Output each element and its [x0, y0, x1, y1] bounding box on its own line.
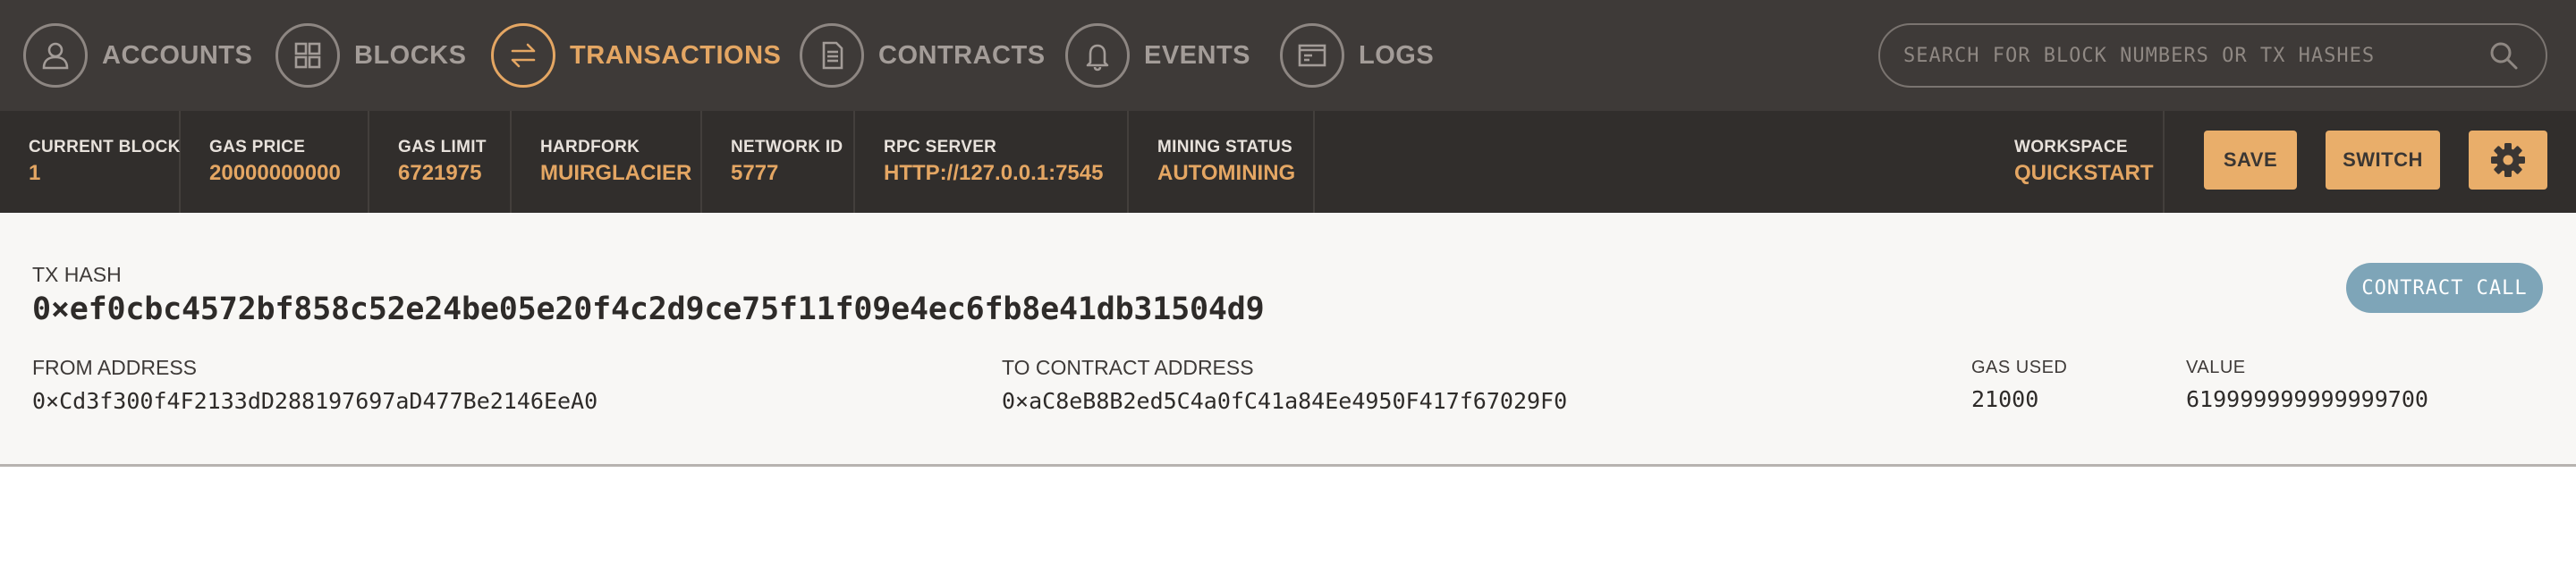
nav-logs-label: LOGS	[1359, 40, 1435, 70]
to-contract-address-label: TO CONTRACT ADDRESS	[1002, 356, 1254, 379]
switch-button[interactable]: SWITCH	[2326, 131, 2440, 190]
nav-blocks-label: BLOCKS	[354, 40, 467, 70]
gas-price-label: GAS PRICE	[209, 138, 306, 156]
tx-hash-label: TX HASH	[32, 263, 122, 286]
transaction-type-badge: CONTRACT CALL	[2346, 263, 2543, 313]
value-value: 619999999999999700	[2186, 386, 2428, 412]
mining-status-label: MINING STATUS	[1157, 138, 1292, 156]
gas-used-value: 21000	[1971, 386, 2039, 412]
stat-rpc-server: RPC SERVER HTTP://127.0.0.1:7545	[855, 111, 1129, 213]
transaction-detail: TX HASH 0×ef0cbc4572bf858c52e24be05e20f4…	[0, 213, 2576, 467]
tx-hash-value: 0×ef0cbc4572bf858c52e24be05e20f4c2d9ce75…	[32, 291, 1265, 327]
to-contract-address-value: 0×aC8eB8B2ed5C4a0fC41a84Ee4950F417f67029…	[1002, 388, 1568, 414]
gear-icon	[2488, 140, 2528, 180]
status-bar: CURRENT BLOCK 1 GAS PRICE 20000000000 GA…	[0, 111, 2576, 213]
save-button[interactable]: SAVE	[2204, 131, 2297, 190]
nav-blocks[interactable]: BLOCKS	[275, 23, 466, 88]
stat-gas-price: GAS PRICE 20000000000	[181, 111, 369, 213]
nav-logs[interactable]: LOGS	[1280, 23, 1434, 88]
gas-price-value: 20000000000	[209, 161, 341, 185]
bell-icon	[1065, 23, 1130, 88]
workspace-label: WORKSPACE	[2014, 138, 2128, 156]
mining-status-value: AUTOMINING	[1157, 161, 1296, 185]
stat-network-id: NETWORK ID 5777	[702, 111, 855, 213]
search-icon[interactable]	[2487, 38, 2521, 72]
arrows-swap-icon	[491, 23, 555, 88]
gas-limit-label: GAS LIMIT	[398, 138, 487, 156]
workspace-value: QUICKSTART	[2014, 161, 2154, 185]
nav-transactions[interactable]: TRANSACTIONS	[491, 23, 781, 88]
network-id-value: 5777	[731, 161, 779, 185]
stat-gas-limit: GAS LIMIT 6721975	[369, 111, 512, 213]
current-block-label: CURRENT BLOCK	[29, 138, 181, 156]
person-icon	[23, 23, 88, 88]
nav-accounts-label: ACCOUNTS	[102, 40, 253, 70]
from-address-label: FROM ADDRESS	[32, 356, 198, 379]
document-icon	[800, 23, 864, 88]
terminal-icon	[1280, 23, 1344, 88]
stat-hardfork: HARDFORK MUIRGLACIER	[512, 111, 702, 213]
current-block-value: 1	[29, 161, 41, 185]
from-address-value: 0×Cd3f300f4F2133dD288197697aD477Be2146Ee…	[32, 388, 598, 414]
network-id-label: NETWORK ID	[731, 138, 843, 156]
stat-mining-status: MINING STATUS AUTOMINING	[1129, 111, 1315, 213]
grid-icon	[275, 23, 340, 88]
top-navigation: ACCOUNTS BLOCKS TRANSACTIONS CONTRACTS E…	[0, 0, 2576, 111]
gas-limit-value: 6721975	[398, 161, 482, 185]
nav-contracts[interactable]: CONTRACTS	[800, 23, 1046, 88]
nav-contracts-label: CONTRACTS	[878, 40, 1046, 70]
nav-events[interactable]: EVENTS	[1065, 23, 1250, 88]
gas-used-label: GAS USED	[1971, 358, 2068, 377]
rpc-server-label: RPC SERVER	[884, 138, 997, 156]
hardfork-value: MUIRGLACIER	[540, 161, 692, 185]
value-label: VALUE	[2186, 358, 2246, 377]
search-box[interactable]	[1878, 23, 2547, 88]
nav-accounts[interactable]: ACCOUNTS	[23, 23, 252, 88]
nav-transactions-label: TRANSACTIONS	[570, 40, 782, 70]
rpc-server-value: HTTP://127.0.0.1:7545	[884, 161, 1104, 185]
stat-current-block: CURRENT BLOCK 1	[0, 111, 181, 213]
nav-events-label: EVENTS	[1144, 40, 1251, 70]
search-input[interactable]	[1903, 44, 2487, 67]
stat-workspace: WORKSPACE QUICKSTART	[1986, 111, 2165, 213]
settings-button[interactable]	[2469, 131, 2547, 190]
hardfork-label: HARDFORK	[540, 138, 640, 156]
